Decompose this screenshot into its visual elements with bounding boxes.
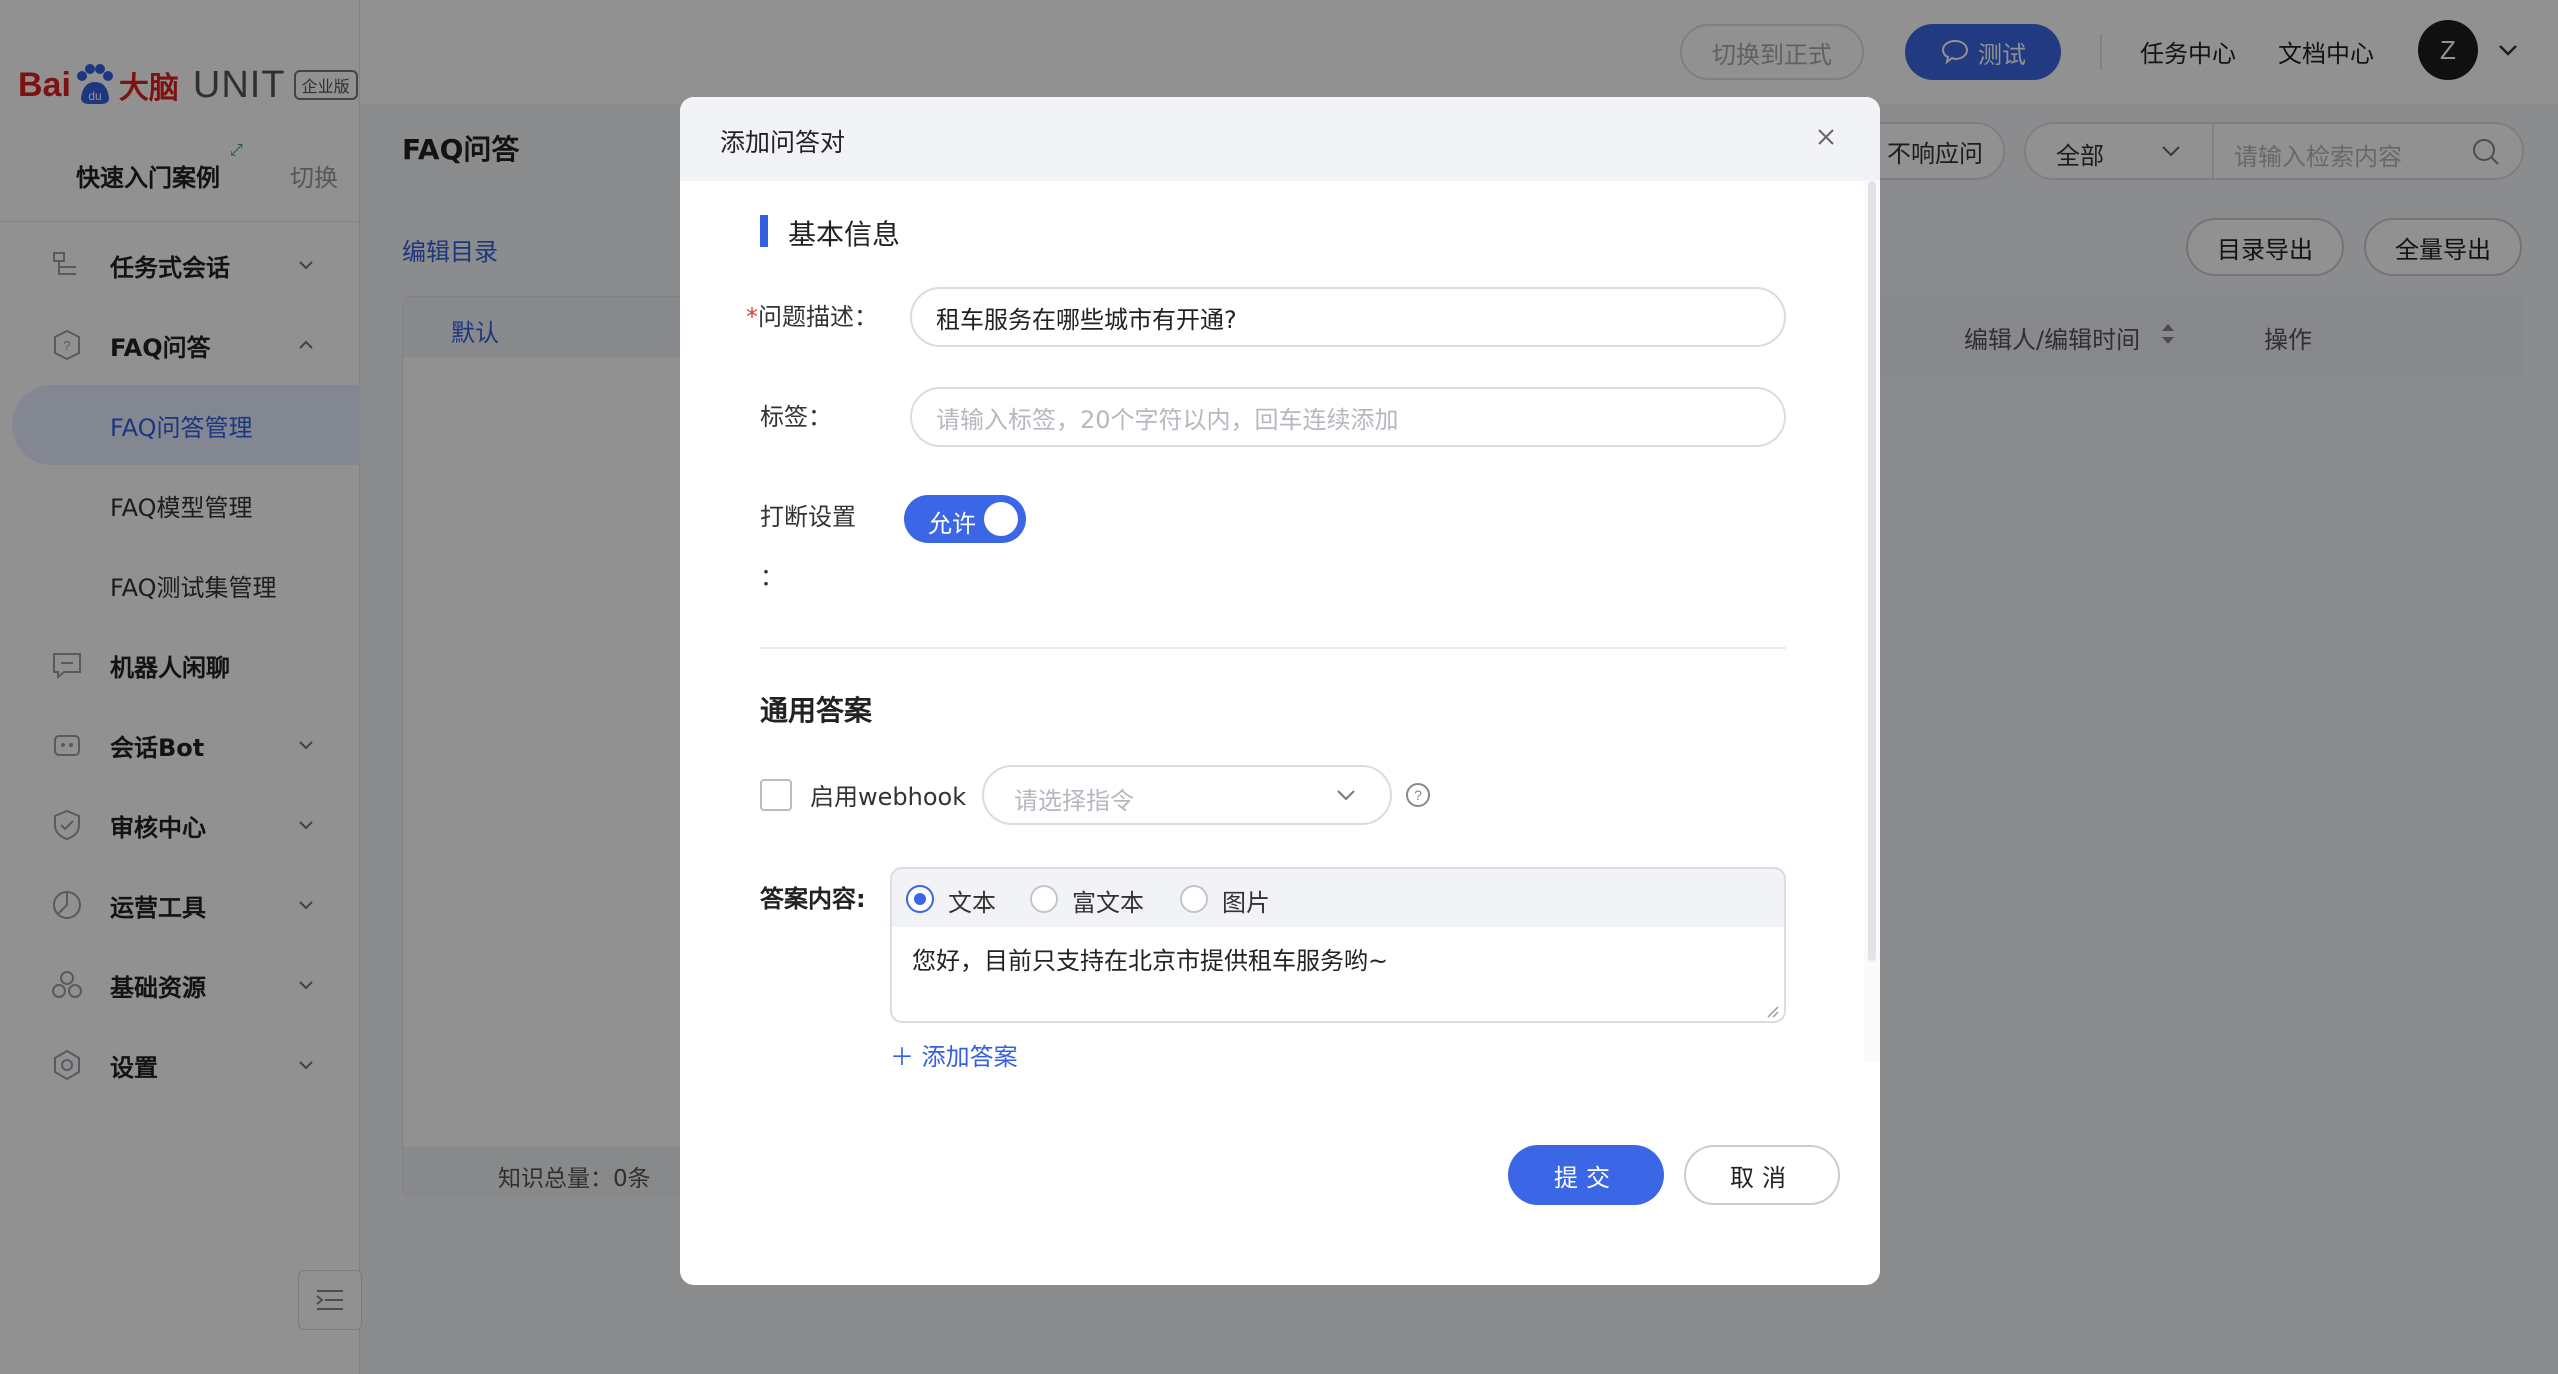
toggle-label: 允许 (928, 510, 976, 538)
radio-text[interactable] (906, 885, 934, 913)
answer-content-label: 答案内容: (760, 885, 866, 913)
radio-richtext[interactable] (1030, 885, 1058, 913)
question-label: *问题描述： (746, 297, 878, 332)
tag-label: 标签： (760, 403, 832, 431)
answer-textarea[interactable]: 您好，目前只支持在北京市提供租车服务哟~ (912, 941, 1388, 976)
tag-input[interactable]: 请输入标签，20个字符以内，回车连续添加 (910, 387, 1786, 447)
svg-text:?: ? (1414, 787, 1422, 803)
radio-text-label[interactable]: 文本 (948, 883, 996, 918)
required-marker: * (746, 303, 758, 331)
section-divider (760, 647, 1786, 649)
app-root: Bai du 大脑 UNIT 企业版 快速入门案例 ⤢ 切换 任务式会话 ? F… (0, 0, 2558, 1374)
section-marker (760, 215, 768, 247)
interrupt-toggle[interactable]: 允许 (904, 495, 1026, 543)
scrollbar-thumb[interactable] (1868, 181, 1876, 961)
chevron-down-icon (1337, 790, 1355, 801)
dialog-scrollbar[interactable] (1864, 181, 1880, 1061)
plus-icon: ＋ (890, 1043, 922, 1071)
answer-type-selector: 文本 富文本 图片 (892, 869, 1784, 927)
webhook-checkbox[interactable] (760, 779, 792, 811)
submit-button[interactable]: 提交 (1508, 1145, 1664, 1205)
section-title-basic: 基本信息 (788, 218, 901, 251)
question-label-text: 问题描述： (758, 303, 878, 331)
section-title-answer: 通用答案 (760, 694, 873, 727)
answer-editor: 文本 富文本 图片 您好，目前只支持在北京市提供租车服务哟~ (890, 867, 1786, 1023)
dialog-title: 添加问答对 (720, 128, 846, 157)
interrupt-label-colon: ： (760, 563, 784, 591)
close-icon[interactable] (1812, 123, 1840, 151)
question-input[interactable]: 租车服务在哪些城市有开通? (910, 287, 1786, 347)
add-answer-label: 添加答案 (921, 1043, 1018, 1071)
resize-grip-icon[interactable] (1762, 1001, 1780, 1019)
radio-image[interactable] (1180, 885, 1208, 913)
add-answer-link[interactable]: ＋ 添加答案 (890, 1037, 1018, 1072)
radio-image-label[interactable]: 图片 (1222, 883, 1270, 918)
help-icon[interactable]: ? (1404, 781, 1432, 809)
command-select-placeholder: 请选择指令 (1014, 787, 1134, 815)
radio-richtext-label[interactable]: 富文本 (1072, 883, 1144, 918)
dialog-header: 添加问答对 (680, 97, 1880, 181)
add-qa-dialog: 添加问答对 基本信息 *问题描述： 租车服务在哪些城市有开通? 标签： 请输入标… (680, 97, 1880, 1285)
command-select[interactable]: 请选择指令 (982, 765, 1392, 825)
cancel-button[interactable]: 取消 (1684, 1145, 1840, 1205)
interrupt-label: 打断设置 (760, 503, 856, 531)
toggle-knob (984, 502, 1018, 536)
webhook-label[interactable]: 启用webhook (810, 777, 966, 812)
